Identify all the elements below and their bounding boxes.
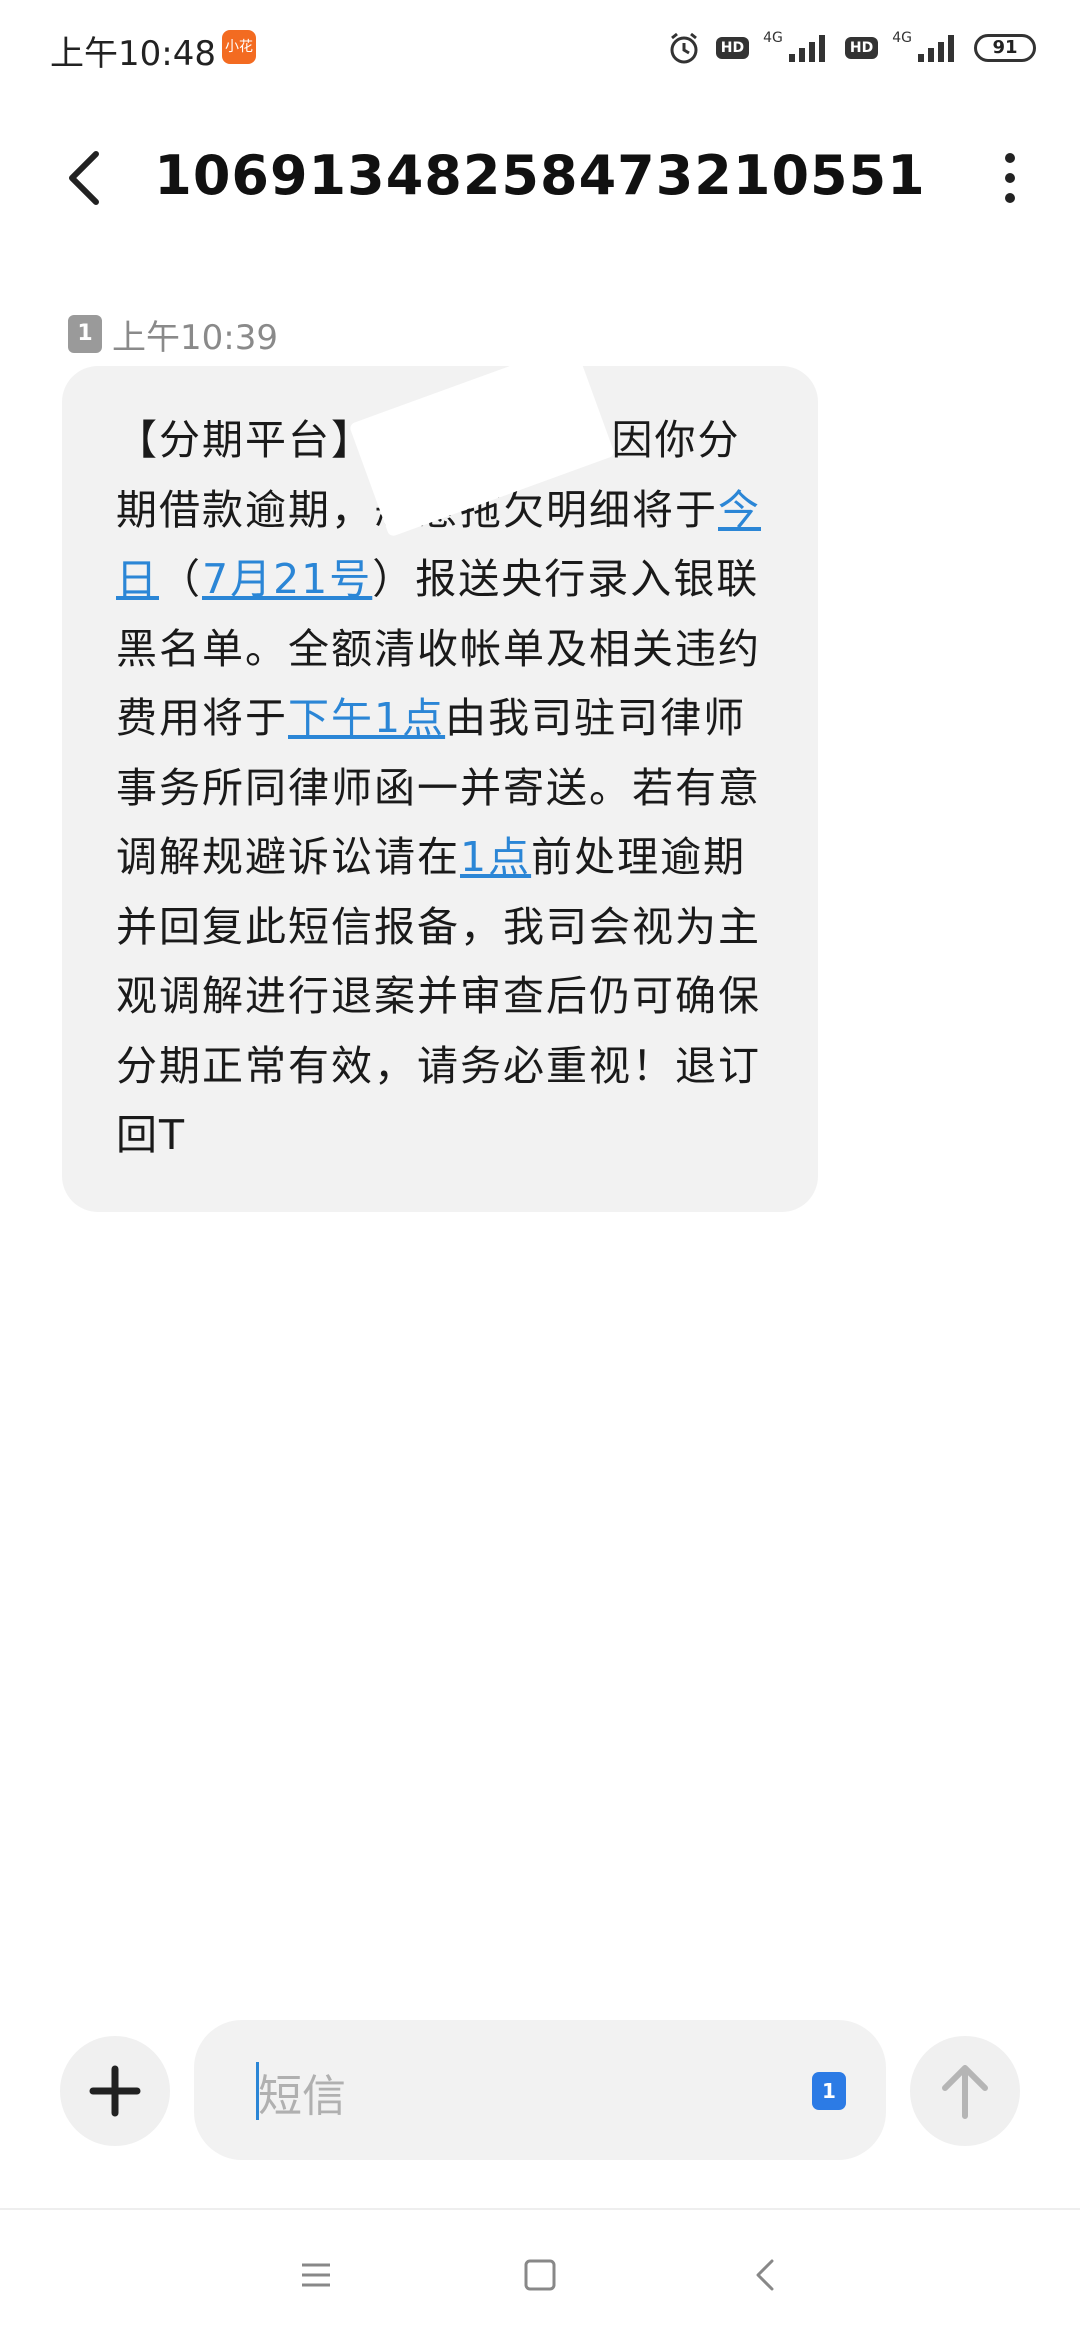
composer: 短信 1 bbox=[0, 2018, 1080, 2168]
message-text-segment: （ bbox=[159, 555, 202, 603]
sim-badge: 1 bbox=[68, 315, 102, 353]
input-placeholder: 短信 bbox=[258, 2071, 346, 2122]
message-text: 【分期平台】 因你分期借款逾期，恶意拖欠明细将于今日（7月21号）报送央行录入银… bbox=[116, 406, 768, 1171]
add-attachment-button[interactable] bbox=[60, 2036, 170, 2146]
home-button[interactable] bbox=[510, 2245, 570, 2305]
menu-icon bbox=[302, 2263, 330, 2287]
signal-icon bbox=[788, 35, 825, 62]
more-vertical-icon bbox=[1005, 153, 1015, 203]
square-home-icon bbox=[524, 2259, 556, 2291]
message-bubble[interactable]: 【分期平台】 因你分期借款逾期，恶意拖欠明细将于今日（7月21号）报送央行录入银… bbox=[62, 342, 818, 1212]
message-link[interactable]: 1点 bbox=[460, 833, 531, 881]
hd-icon: HD bbox=[715, 37, 750, 59]
signal-icon-2 bbox=[918, 35, 954, 62]
recents-button[interactable] bbox=[286, 2245, 346, 2305]
message-link[interactable]: 7月21号 bbox=[202, 555, 372, 603]
message-meta: 1 上午10:39 bbox=[68, 314, 278, 358]
alarm-icon bbox=[670, 32, 698, 64]
system-nav-bar bbox=[0, 2210, 1080, 2340]
arrow-up-icon bbox=[942, 2065, 988, 2119]
network-type: 4G bbox=[763, 30, 783, 46]
send-button[interactable] bbox=[910, 2036, 1020, 2146]
plus-icon bbox=[89, 2065, 141, 2117]
app-notification-icon: 小花 bbox=[222, 30, 256, 64]
conversation-header: 1069134825847321055​1 bbox=[0, 110, 1080, 240]
sim-select-button[interactable]: 1 bbox=[812, 2072, 846, 2110]
status-time: 上午10:48 bbox=[50, 34, 216, 74]
network-type-2: 4G bbox=[892, 30, 912, 46]
nav-back-button[interactable] bbox=[736, 2245, 796, 2305]
battery-icon: 91 bbox=[974, 34, 1036, 62]
page-title: 1069134825847321055​1 bbox=[154, 144, 926, 207]
hd-icon-2: HD bbox=[844, 37, 879, 59]
message-text-segment: 【分期平台】 bbox=[116, 416, 354, 464]
more-options-button[interactable] bbox=[980, 138, 1040, 218]
triangle-back-icon bbox=[756, 2259, 774, 2291]
message-input[interactable]: 短信 1 bbox=[194, 2020, 886, 2160]
message-time: 上午10:39 bbox=[112, 317, 278, 358]
status-icons: HD 4G HD 4G 91 bbox=[666, 24, 1036, 72]
status-bar: 上午10:48 小花 HD 4G HD 4G 91 bbox=[0, 0, 1080, 96]
message-text-segment: 前处理逾期并回复此短信报备，我司会视为主观调解进行退案并审查后仍可确保分期正常有… bbox=[116, 833, 761, 1159]
message-link[interactable]: 下午1点 bbox=[288, 694, 445, 742]
